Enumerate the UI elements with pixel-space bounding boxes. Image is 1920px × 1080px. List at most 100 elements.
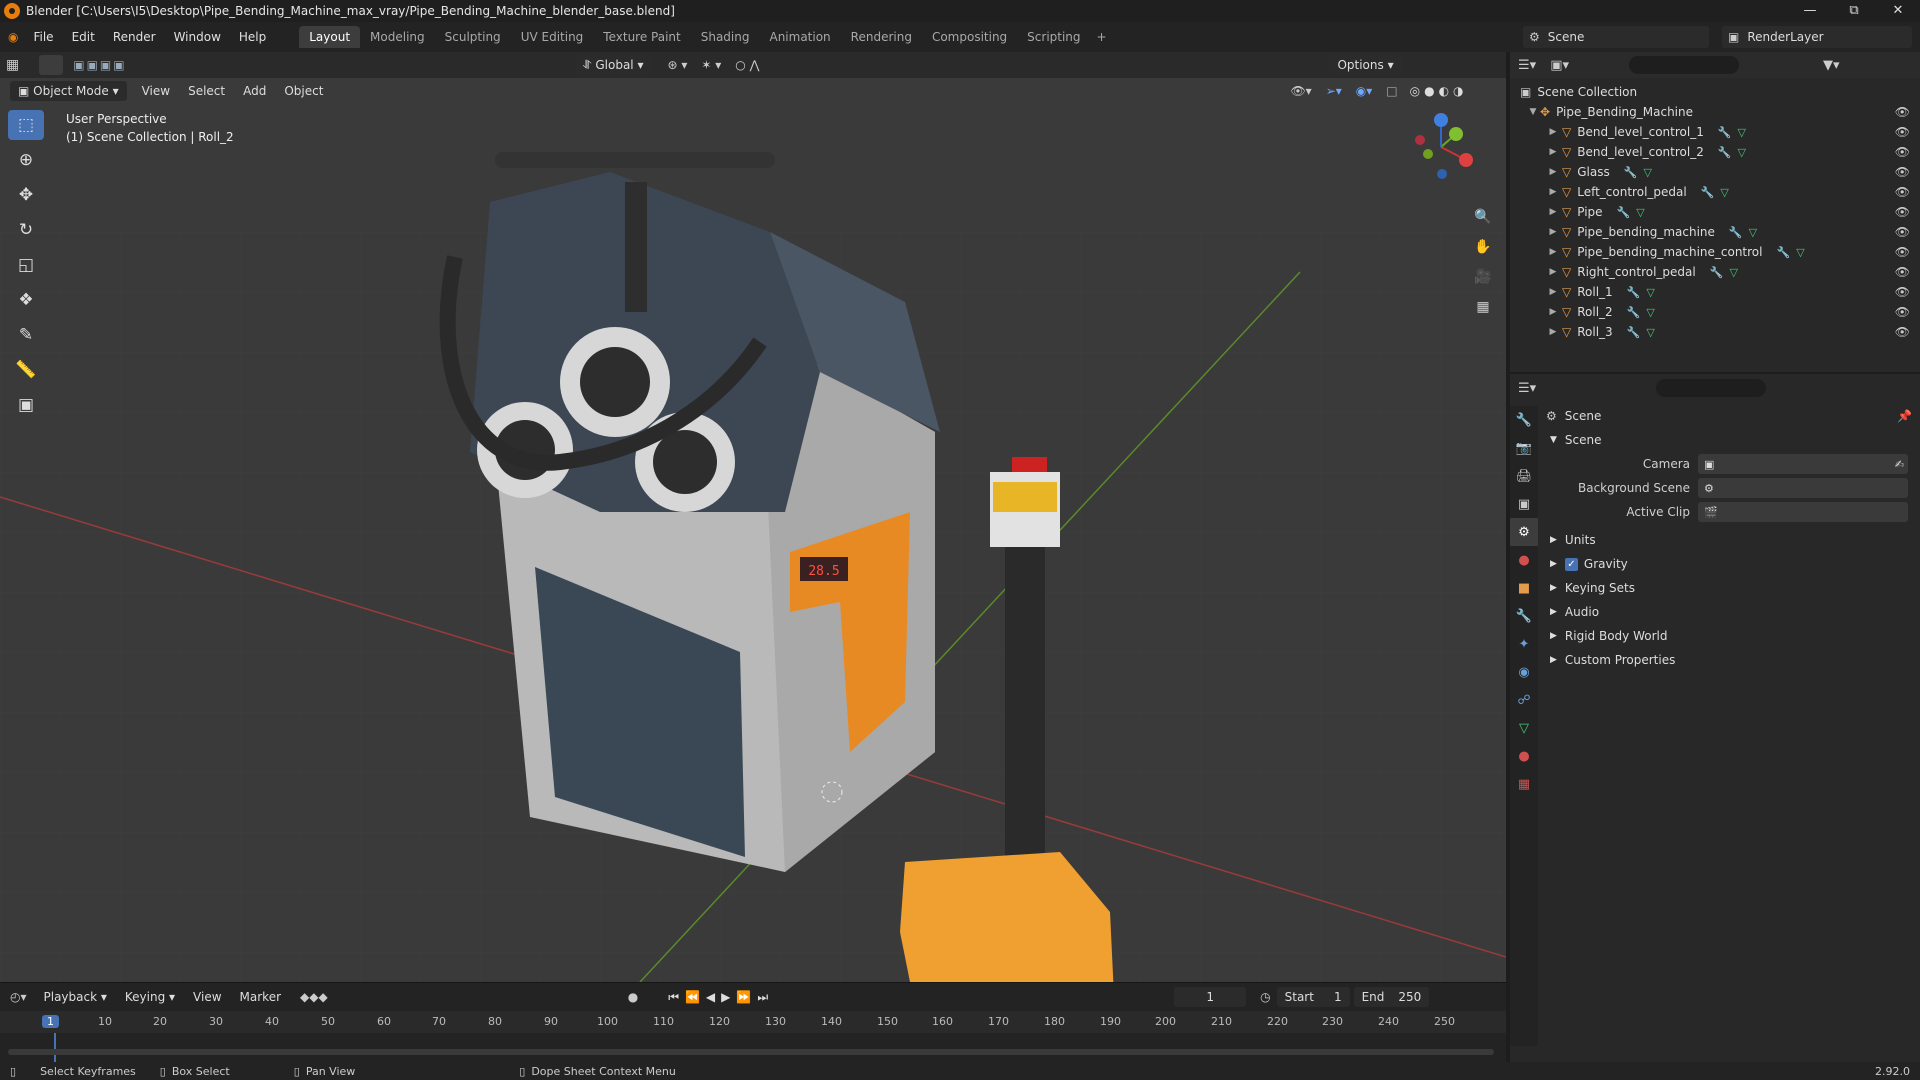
mesh-data-icon[interactable]: ▽: [1646, 286, 1654, 299]
menu-view[interactable]: View: [133, 84, 179, 98]
expand-icon[interactable]: ▶: [1546, 127, 1560, 137]
select-box-icon[interactable]: ⬚: [8, 110, 44, 140]
visibility-eye-icon[interactable]: 👁: [1895, 125, 1910, 139]
mesh-data-icon[interactable]: ▽: [1796, 246, 1804, 259]
expand-icon[interactable]: ▶: [1546, 247, 1560, 257]
visibility-eye-icon[interactable]: 👁: [1895, 285, 1910, 299]
scene-tab-icon[interactable]: ⚙: [1510, 518, 1538, 546]
list-item[interactable]: ▶ ▽ Right_control_pedal 🔧 ▽ 👁: [1510, 262, 1920, 282]
list-item[interactable]: ▶ ▽ Pipe 🔧 ▽ 👁: [1510, 202, 1920, 222]
annotate-icon[interactable]: ✎: [8, 320, 44, 350]
visibility-eye-icon[interactable]: 👁: [1895, 245, 1910, 259]
tab-compositing[interactable]: Compositing: [922, 26, 1017, 48]
rigid-body-world-section[interactable]: ▶ Rigid Body World: [1540, 624, 1920, 648]
navigation-gizmo[interactable]: [1406, 112, 1476, 182]
minimize-icon[interactable]: —: [1788, 0, 1832, 22]
visibility-icon[interactable]: 👁▾: [1290, 84, 1311, 98]
list-item[interactable]: ▶ ▽ Glass 🔧 ▽ 👁: [1510, 162, 1920, 182]
visibility-eye-icon[interactable]: 👁: [1895, 265, 1910, 279]
tab-animation[interactable]: Animation: [759, 26, 840, 48]
expand-icon[interactable]: ▶: [1546, 307, 1560, 317]
mode-selector[interactable]: ▣ Object Mode ▾: [10, 81, 127, 101]
snap-icon[interactable]: ✶ ▾: [701, 58, 721, 72]
visibility-eye-icon[interactable]: 👁: [1895, 305, 1910, 319]
visibility-eye-icon[interactable]: 👁: [1895, 325, 1910, 339]
tab-layout[interactable]: Layout: [299, 26, 361, 48]
current-frame-field[interactable]: 1: [1174, 987, 1247, 1007]
mesh-data-icon[interactable]: ▽: [1646, 306, 1654, 319]
record-icon[interactable]: ●: [628, 990, 638, 1004]
mesh-data-icon[interactable]: ▽: [1729, 266, 1737, 279]
data-tab-icon[interactable]: ▽: [1510, 714, 1538, 742]
menu-object[interactable]: Object: [275, 84, 332, 98]
visibility-eye-icon[interactable]: 👁: [1895, 105, 1910, 119]
modifier-wrench-icon[interactable]: 🔧: [1776, 246, 1790, 259]
mesh-data-icon[interactable]: ▽: [1720, 186, 1728, 199]
menu-keying[interactable]: Keying ▾: [116, 990, 184, 1004]
list-item[interactable]: ▶ ▽ Roll_1 🔧 ▽ 👁: [1510, 282, 1920, 302]
playhead[interactable]: [54, 1033, 56, 1063]
mesh-data-icon[interactable]: ▽: [1646, 326, 1654, 339]
zoom-icon[interactable]: 🔍: [1470, 204, 1496, 230]
modifier-wrench-icon[interactable]: 🔧: [1718, 146, 1732, 159]
playback-controls-icon[interactable]: ⏮⏪◀▶⏩⏭: [668, 990, 774, 1005]
expand-icon[interactable]: ▶: [1546, 227, 1560, 237]
selection-modes-icon[interactable]: ▣▣▣▣: [73, 58, 126, 72]
maximize-icon[interactable]: ⧉: [1832, 0, 1876, 22]
expand-icon[interactable]: ▶: [1546, 167, 1560, 177]
outliner-editor-icon[interactable]: ☰▾: [1518, 58, 1536, 73]
view-layer-tab-icon[interactable]: ▣: [1510, 490, 1538, 518]
proportional-edit-icon[interactable]: ○ ⋀: [735, 58, 759, 72]
visibility-eye-icon[interactable]: 👁: [1895, 185, 1910, 199]
select-mode-icon[interactable]: [39, 55, 64, 75]
menu-marker[interactable]: Marker: [231, 990, 290, 1004]
expand-icon[interactable]: ▼: [1526, 107, 1540, 117]
tab-shading[interactable]: Shading: [691, 26, 760, 48]
timeline-scrollbar[interactable]: [8, 1049, 1494, 1055]
menu-playback[interactable]: Playback ▾: [35, 990, 116, 1004]
cursor-icon[interactable]: ⊕: [8, 145, 44, 175]
constraints-tab-icon[interactable]: ☍: [1510, 686, 1538, 714]
expand-icon[interactable]: ▶: [1546, 327, 1560, 337]
modifier-wrench-icon[interactable]: 🔧: [1710, 266, 1724, 279]
tab-uv-editing[interactable]: UV Editing: [511, 26, 594, 48]
world-tab-icon[interactable]: ●: [1510, 546, 1538, 574]
filter-icon[interactable]: ▼▾: [1823, 58, 1840, 73]
collection-row[interactable]: ▼ ✥ Pipe_Bending_Machine 👁: [1510, 102, 1920, 122]
scene-selector[interactable]: ⚙ Scene: [1523, 26, 1709, 48]
expand-icon[interactable]: ▶: [1546, 287, 1560, 297]
move-icon[interactable]: ✥: [8, 180, 44, 210]
list-item[interactable]: ▶ ▽ Bend_level_control_2 🔧 ▽ 👁: [1510, 142, 1920, 162]
tool-tab-icon[interactable]: 🔧: [1510, 406, 1538, 434]
expand-icon[interactable]: ▶: [1546, 267, 1560, 277]
mesh-data-icon[interactable]: ▽: [1636, 206, 1644, 219]
keyframe-icon[interactable]: ◆◆◆: [300, 990, 328, 1004]
render-tab-icon[interactable]: 📷: [1510, 434, 1538, 462]
timeline-editor-icon[interactable]: ◴▾: [10, 990, 27, 1004]
visibility-eye-icon[interactable]: 👁: [1895, 225, 1910, 239]
close-icon[interactable]: ✕: [1876, 0, 1920, 22]
mesh-data-icon[interactable]: ▽: [1749, 226, 1757, 239]
overlay-toggle-icon[interactable]: ◉▾: [1356, 84, 1373, 98]
mesh-data-icon[interactable]: ▽: [1643, 166, 1651, 179]
mesh-data-icon[interactable]: ▽: [1738, 146, 1746, 159]
scale-icon[interactable]: ◱: [8, 250, 44, 280]
list-item[interactable]: ▶ ▽ Pipe_bending_machine_control 🔧 ▽ 👁: [1510, 242, 1920, 262]
tab-texture-paint[interactable]: Texture Paint: [593, 26, 690, 48]
tab-rendering[interactable]: Rendering: [841, 26, 922, 48]
gizmo-toggle-icon[interactable]: ➢▾: [1326, 84, 1342, 98]
modifier-wrench-icon[interactable]: 🔧: [1624, 166, 1638, 179]
3d-viewport[interactable]: 28.5 ▦ ▣▣▣▣ ⥯ Global ▾ ⊛ ▾ ✶ ▾ ○ ⋀ Optio…: [0, 52, 1506, 982]
menu-help[interactable]: Help: [230, 30, 275, 44]
eyedropper-icon[interactable]: ✍: [1895, 458, 1904, 471]
visibility-eye-icon[interactable]: 👁: [1895, 145, 1910, 159]
list-item[interactable]: ▶ ▽ Roll_2 🔧 ▽ 👁: [1510, 302, 1920, 322]
expand-icon[interactable]: ▶: [1546, 147, 1560, 157]
menu-select[interactable]: Select: [179, 84, 234, 98]
modifier-tab-icon[interactable]: 🔧: [1510, 602, 1538, 630]
pin-icon[interactable]: 📌: [1897, 409, 1912, 423]
units-section[interactable]: ▶ Units: [1540, 528, 1920, 552]
measure-icon[interactable]: 📏: [8, 355, 44, 385]
modifier-wrench-icon[interactable]: 🔧: [1718, 126, 1732, 139]
visibility-eye-icon[interactable]: 👁: [1895, 165, 1910, 179]
